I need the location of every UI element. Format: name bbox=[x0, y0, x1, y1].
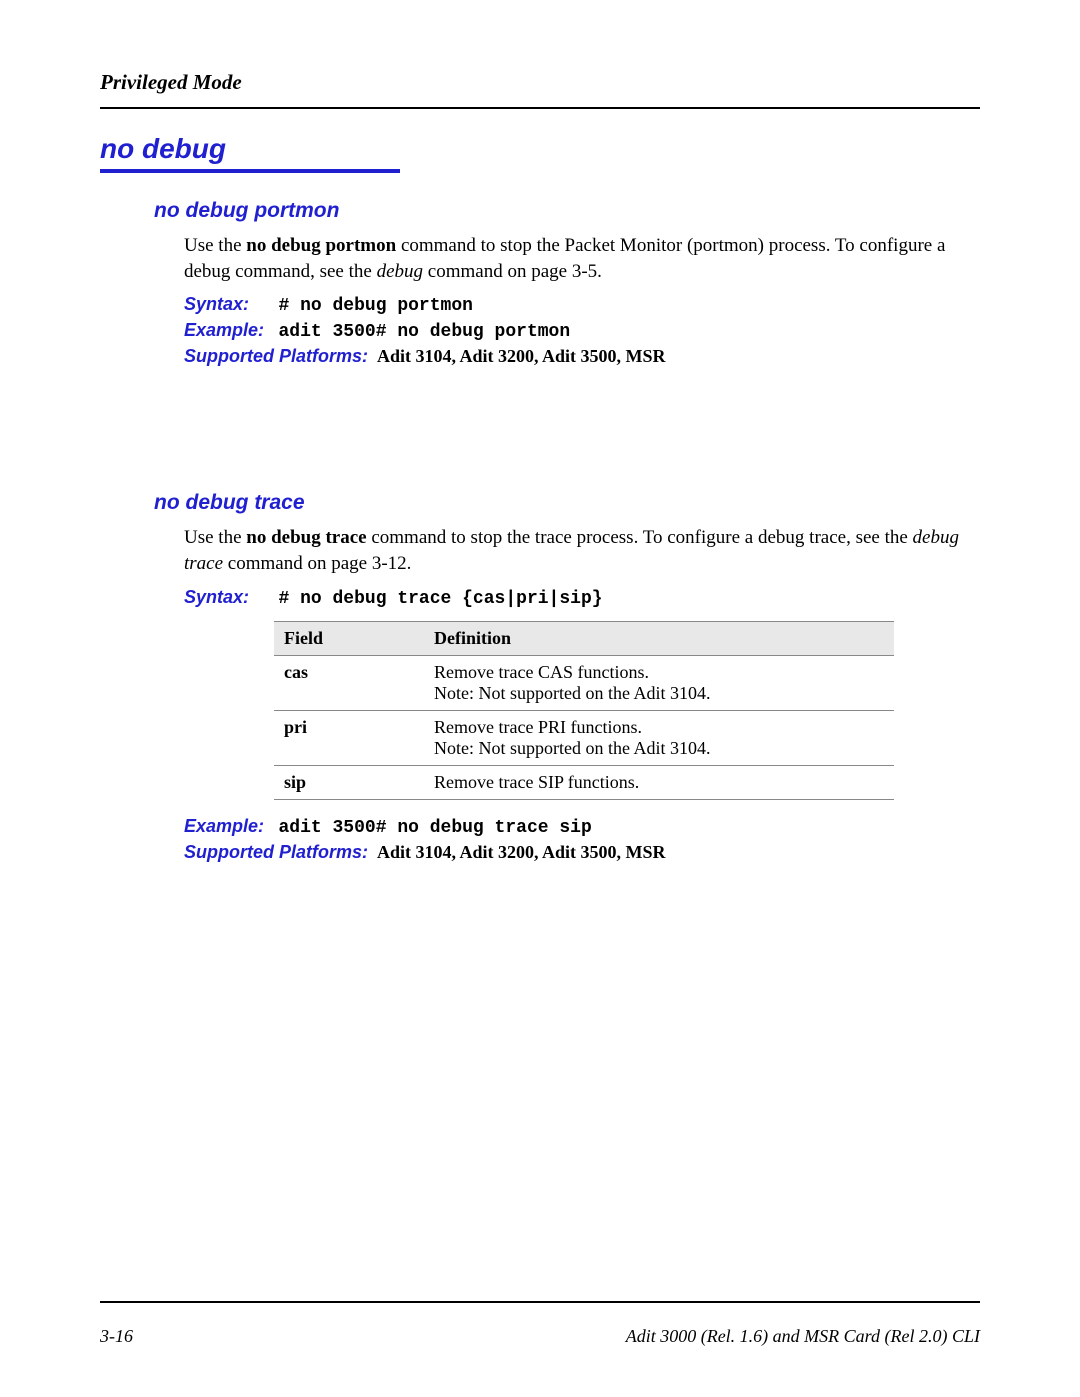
text-bold: no debug trace bbox=[246, 527, 366, 548]
table-cell-definition: Remove trace PRI functions. Note: Not su… bbox=[424, 710, 894, 765]
platforms-text: Adit 3104, Adit 3200, Adit 3500, MSR bbox=[377, 346, 666, 366]
table-cell-definition: Remove trace SIP functions. bbox=[424, 765, 894, 799]
syntax-value: # no debug trace {cas|pri|sip} bbox=[279, 589, 603, 609]
note-text: Not supported on the Adit 3104. bbox=[474, 738, 711, 758]
text-fragment: command on page 3-5. bbox=[423, 261, 602, 282]
table-header-definition: Definition bbox=[424, 621, 894, 655]
def-text: Remove trace PRI functions. bbox=[434, 717, 642, 737]
page-number: 3-16 bbox=[100, 1326, 133, 1347]
trace-platforms-row: Supported Platforms: Adit 3104, Adit 320… bbox=[184, 842, 970, 863]
platforms-label: Supported Platforms: bbox=[184, 346, 368, 367]
table-header-row: Field Definition bbox=[274, 621, 894, 655]
example-label: Example: bbox=[184, 816, 274, 837]
trace-example-row: Example: adit 3500# no debug trace sip bbox=[184, 816, 970, 838]
section-portmon: Use the no debug portmon command to stop… bbox=[184, 233, 970, 367]
platforms-text: Adit 3104, Adit 3200, Adit 3500, MSR bbox=[377, 842, 666, 862]
platforms-label: Supported Platforms: bbox=[184, 842, 368, 863]
example-value: adit 3500# no debug trace sip bbox=[279, 818, 592, 838]
page-header-mode: Privileged Mode bbox=[100, 70, 980, 95]
def-text: Remove trace CAS functions. bbox=[434, 662, 649, 682]
main-title: no debug bbox=[100, 133, 980, 165]
text-italic: debug bbox=[377, 261, 423, 282]
table-cell-field: pri bbox=[274, 710, 424, 765]
trace-definition-table: Field Definition cas Remove trace CAS fu… bbox=[274, 621, 894, 800]
table-row: pri Remove trace PRI functions. Note: No… bbox=[274, 710, 894, 765]
portmon-platforms-row: Supported Platforms: Adit 3104, Adit 320… bbox=[184, 346, 970, 367]
title-underline bbox=[100, 169, 400, 173]
note-label: Note: bbox=[434, 738, 474, 758]
footer-rule bbox=[100, 1301, 980, 1303]
platforms-value: Adit 3104, Adit 3200, Adit 3500, MSR bbox=[373, 842, 666, 862]
text-fragment: command on page 3-12. bbox=[223, 553, 411, 574]
text-fragment: Use the bbox=[184, 527, 246, 548]
doc-title: Adit 3000 (Rel. 1.6) and MSR Card (Rel 2… bbox=[626, 1326, 980, 1347]
header-rule bbox=[100, 107, 980, 109]
table-cell-field: cas bbox=[274, 655, 424, 710]
text-fragment: Use the bbox=[184, 235, 246, 256]
def-text: Remove trace SIP functions. bbox=[434, 772, 639, 792]
trace-description: Use the no debug trace command to stop t… bbox=[184, 525, 970, 576]
note-label: Note: bbox=[434, 683, 474, 703]
section-gap bbox=[100, 371, 980, 491]
table-header-field: Field bbox=[274, 621, 424, 655]
example-label: Example: bbox=[184, 320, 274, 341]
section-title-portmon: no debug portmon bbox=[154, 199, 980, 223]
portmon-description: Use the no debug portmon command to stop… bbox=[184, 233, 970, 284]
table-row: cas Remove trace CAS functions. Note: No… bbox=[274, 655, 894, 710]
portmon-example-row: Example: adit 3500# no debug portmon bbox=[184, 320, 970, 342]
syntax-label: Syntax: bbox=[184, 294, 274, 315]
trace-syntax-row: Syntax: # no debug trace {cas|pri|sip} bbox=[184, 587, 970, 609]
text-bold: no debug portmon bbox=[246, 235, 396, 256]
page-footer: 3-16 Adit 3000 (Rel. 1.6) and MSR Card (… bbox=[100, 1326, 980, 1347]
note-text: Not supported on the Adit 3104. bbox=[474, 683, 711, 703]
syntax-value: # no debug portmon bbox=[279, 296, 473, 316]
table-row: sip Remove trace SIP functions. bbox=[274, 765, 894, 799]
document-page: Privileged Mode no debug no debug portmo… bbox=[0, 0, 1080, 1397]
table-cell-field: sip bbox=[274, 765, 424, 799]
text-fragment: command to stop the trace process. To co… bbox=[367, 527, 913, 548]
section-title-trace: no debug trace bbox=[154, 491, 980, 515]
portmon-syntax-row: Syntax: # no debug portmon bbox=[184, 294, 970, 316]
example-value: adit 3500# no debug portmon bbox=[279, 322, 571, 342]
table-cell-definition: Remove trace CAS functions. Note: Not su… bbox=[424, 655, 894, 710]
syntax-label: Syntax: bbox=[184, 587, 274, 608]
platforms-value: Adit 3104, Adit 3200, Adit 3500, MSR bbox=[373, 346, 666, 366]
section-trace: Use the no debug trace command to stop t… bbox=[184, 525, 970, 862]
